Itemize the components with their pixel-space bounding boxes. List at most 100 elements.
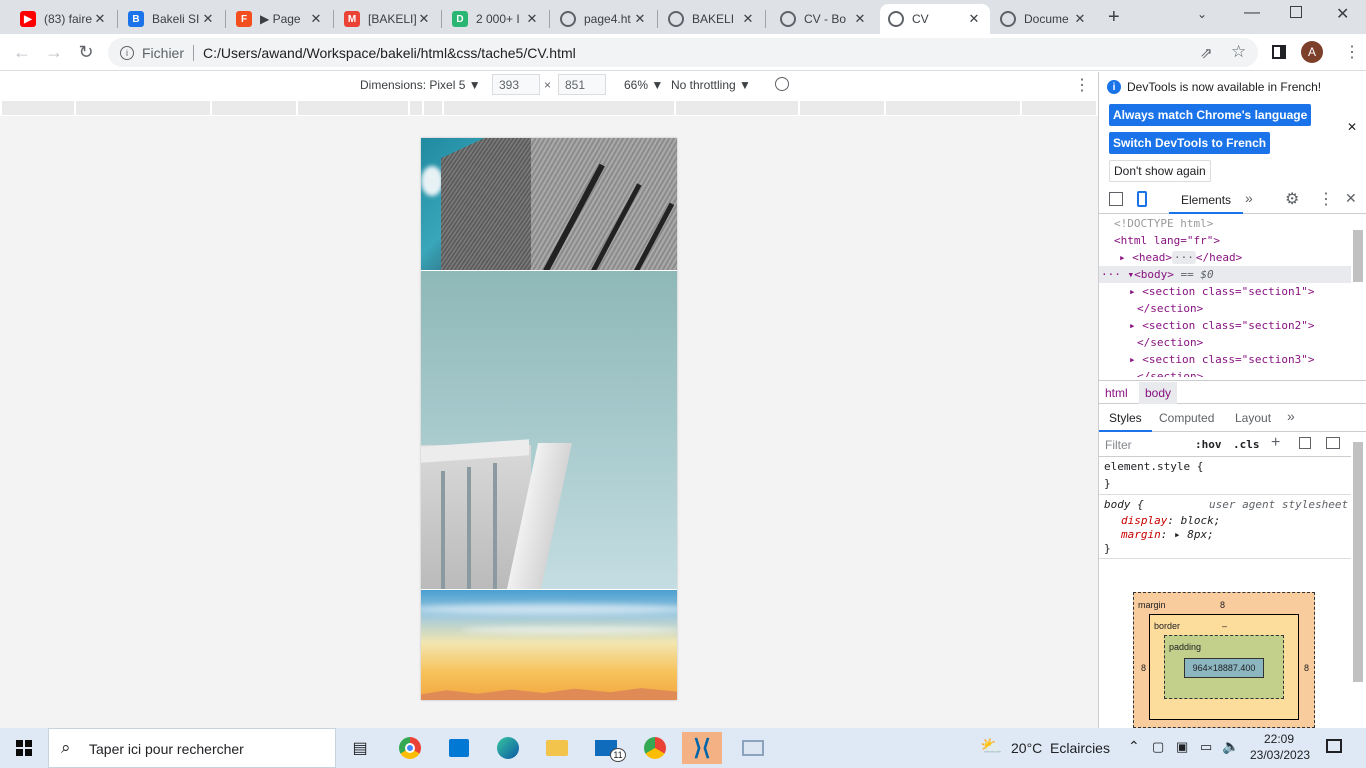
edge-icon[interactable] (488, 732, 528, 764)
media-query-ruler[interactable] (2, 101, 1096, 115)
tab-search-icon[interactable]: ⌄ (1197, 7, 1207, 21)
dom-doctype[interactable]: <!DOCTYPE html> (1114, 217, 1213, 230)
dom-html[interactable]: <html lang="fr"> (1114, 234, 1220, 247)
weather-text[interactable]: 20°C Eclaircies (1011, 740, 1110, 756)
tab-document[interactable]: Docume ✕ (992, 4, 1096, 34)
switch-french-button[interactable]: Switch DevTools to French (1109, 132, 1271, 154)
close-icon[interactable]: ✕ (966, 11, 982, 27)
reload-button[interactable]: ↻ (74, 40, 98, 64)
zoom-select[interactable]: 66% ▼ (624, 78, 663, 92)
filter-input[interactable]: Filter (1105, 438, 1132, 452)
mail-icon[interactable]: 11 (586, 732, 626, 764)
tab-styles[interactable]: Styles (1099, 406, 1152, 432)
close-devtools-icon[interactable]: ✕ (1345, 190, 1357, 207)
tab-layout[interactable]: Layout (1235, 411, 1271, 425)
close-icon[interactable]: ✕ (524, 11, 540, 27)
device-width-input[interactable]: 393 (492, 74, 540, 95)
tab-cv-bo[interactable]: CV - Bo ✕ (772, 4, 876, 34)
prop-display[interactable]: display: block; (1121, 514, 1220, 527)
device-height-input[interactable]: 851 (558, 74, 606, 95)
close-icon[interactable]: ✕ (416, 11, 432, 27)
close-icon[interactable]: ✕ (852, 11, 868, 27)
close-icon[interactable]: ✕ (92, 11, 108, 27)
match-language-button[interactable]: Always match Chrome's language (1109, 104, 1312, 126)
photos-icon[interactable] (733, 732, 773, 764)
close-icon[interactable]: ✕ (308, 11, 324, 27)
prop-margin[interactable]: margin: ▸ 8px; (1121, 528, 1214, 541)
settings-gear-icon[interactable]: ⚙ (1285, 189, 1299, 209)
more-tabs-icon[interactable]: » (1245, 190, 1253, 206)
tab-figma-page[interactable]: F ▶ Page ✕ (228, 4, 332, 34)
menu-kebab-icon[interactable]: ⋮ (1344, 42, 1360, 62)
rotate-icon[interactable] (775, 77, 789, 91)
store-icon[interactable] (439, 732, 479, 764)
dom-section3[interactable]: ▸ <section class="section3"> (1129, 353, 1314, 366)
forward-button[interactable]: → (42, 40, 66, 64)
tab-2000[interactable]: D 2 000+ I ✕ (444, 4, 548, 34)
dom-section2[interactable]: ▸ <section class="section2"> (1129, 319, 1314, 332)
url-text[interactable]: C:/Users/awand/Workspace/bakeli/html&css… (203, 45, 576, 61)
dom-body[interactable]: ··· ▾<body> == $0 (1101, 268, 1214, 281)
close-icon[interactable]: ✕ (200, 11, 216, 27)
chrome-icon[interactable] (390, 732, 430, 764)
sidebar-toggle-icon[interactable] (1326, 437, 1340, 449)
taskbar-search-box[interactable]: ⌕ Taper ici pour rechercher (48, 728, 336, 768)
chrome-profile-icon[interactable] (635, 732, 675, 764)
weather-icon[interactable]: ⛅ (980, 736, 1002, 757)
box-model-margin[interactable]: margin 8 8 8 border – padding 964×18887.… (1133, 592, 1315, 728)
tab-cv-active[interactable]: CV ✕ (880, 4, 990, 34)
clock-date[interactable]: 23/03/2023 (1250, 748, 1310, 762)
tab-page4[interactable]: page4.ht ✕ (552, 4, 656, 34)
tab-youtube[interactable]: ▶ (83) faire ✕ (12, 4, 116, 34)
tab-bakeli-si[interactable]: B Bakeli SI ✕ (120, 4, 224, 34)
bookmark-star-icon[interactable]: ☆ (1231, 42, 1246, 62)
notifications-icon[interactable] (1326, 739, 1342, 753)
vscode-icon[interactable]: ⟩⟨ (682, 732, 722, 764)
close-window-button[interactable]: ✕ (1336, 4, 1349, 24)
throttling-select[interactable]: No throttling ▼ (671, 78, 751, 92)
tab-gmail[interactable]: M [BAKELI] ✕ (336, 4, 440, 34)
element-style-rule[interactable]: element.style { (1104, 460, 1203, 473)
side-panel-icon[interactable] (1272, 45, 1286, 59)
start-button[interactable] (4, 732, 44, 764)
info-icon[interactable]: i (120, 45, 134, 60)
close-icon[interactable]: ✕ (740, 11, 756, 27)
minimize-button[interactable]: — (1244, 4, 1260, 22)
new-rule-icon[interactable]: + (1271, 434, 1280, 452)
device-icon[interactable]: ▢ (1152, 739, 1164, 755)
share-icon[interactable]: ⇗ (1200, 44, 1213, 62)
close-notice-icon[interactable]: ✕ (1347, 120, 1357, 134)
breadcrumb-body[interactable]: body (1139, 382, 1178, 404)
box-model-content[interactable]: 964×18887.400 (1184, 658, 1264, 678)
chevron-up-icon[interactable]: ⌃ (1128, 738, 1140, 755)
breadcrumb-html[interactable]: html (1105, 386, 1128, 400)
inspect-element-icon[interactable] (1109, 192, 1123, 206)
close-icon[interactable]: ✕ (632, 11, 648, 27)
task-view-icon[interactable]: ▤ (340, 732, 380, 764)
body-rule-selector[interactable]: body { (1104, 498, 1144, 511)
file-explorer-icon[interactable] (537, 732, 577, 764)
dont-show-again-button[interactable]: Don't show again (1109, 160, 1211, 182)
clock-time[interactable]: 22:09 (1264, 732, 1294, 746)
hov-toggle[interactable]: :hov (1195, 438, 1222, 451)
devtools-kebab-icon[interactable]: ⋮ (1318, 189, 1334, 209)
tab-bakeli[interactable]: BAKELI ✕ (660, 4, 764, 34)
more-tabs-icon[interactable]: » (1287, 408, 1295, 424)
close-icon[interactable]: ✕ (1072, 11, 1088, 27)
battery-icon[interactable]: ▭ (1200, 739, 1212, 755)
dom-head[interactable]: ▸ <head> ··· </head> (1119, 251, 1242, 264)
device-dimensions-select[interactable]: Dimensions: Pixel 5 ▼ (360, 78, 481, 92)
tab-elements[interactable]: Elements (1169, 186, 1244, 214)
dom-section1[interactable]: ▸ <section class="section1"> (1129, 285, 1314, 298)
new-tab-button[interactable]: + (1108, 6, 1120, 29)
network-icon[interactable]: ▣ (1176, 739, 1188, 755)
cls-toggle[interactable]: .cls (1233, 438, 1260, 451)
box-model-padding[interactable]: padding 964×18887.400 (1164, 635, 1284, 699)
back-button[interactable]: ← (10, 40, 34, 64)
device-options-kebab-icon[interactable]: ⋮ (1074, 75, 1090, 95)
profile-avatar[interactable]: A (1301, 41, 1323, 63)
maximize-button[interactable] (1290, 6, 1302, 18)
tab-computed[interactable]: Computed (1159, 411, 1214, 425)
dom-scrollbar[interactable] (1353, 230, 1363, 282)
address-bar[interactable]: i Fichier C:/Users/awand/Workspace/bakel… (108, 38, 1258, 67)
